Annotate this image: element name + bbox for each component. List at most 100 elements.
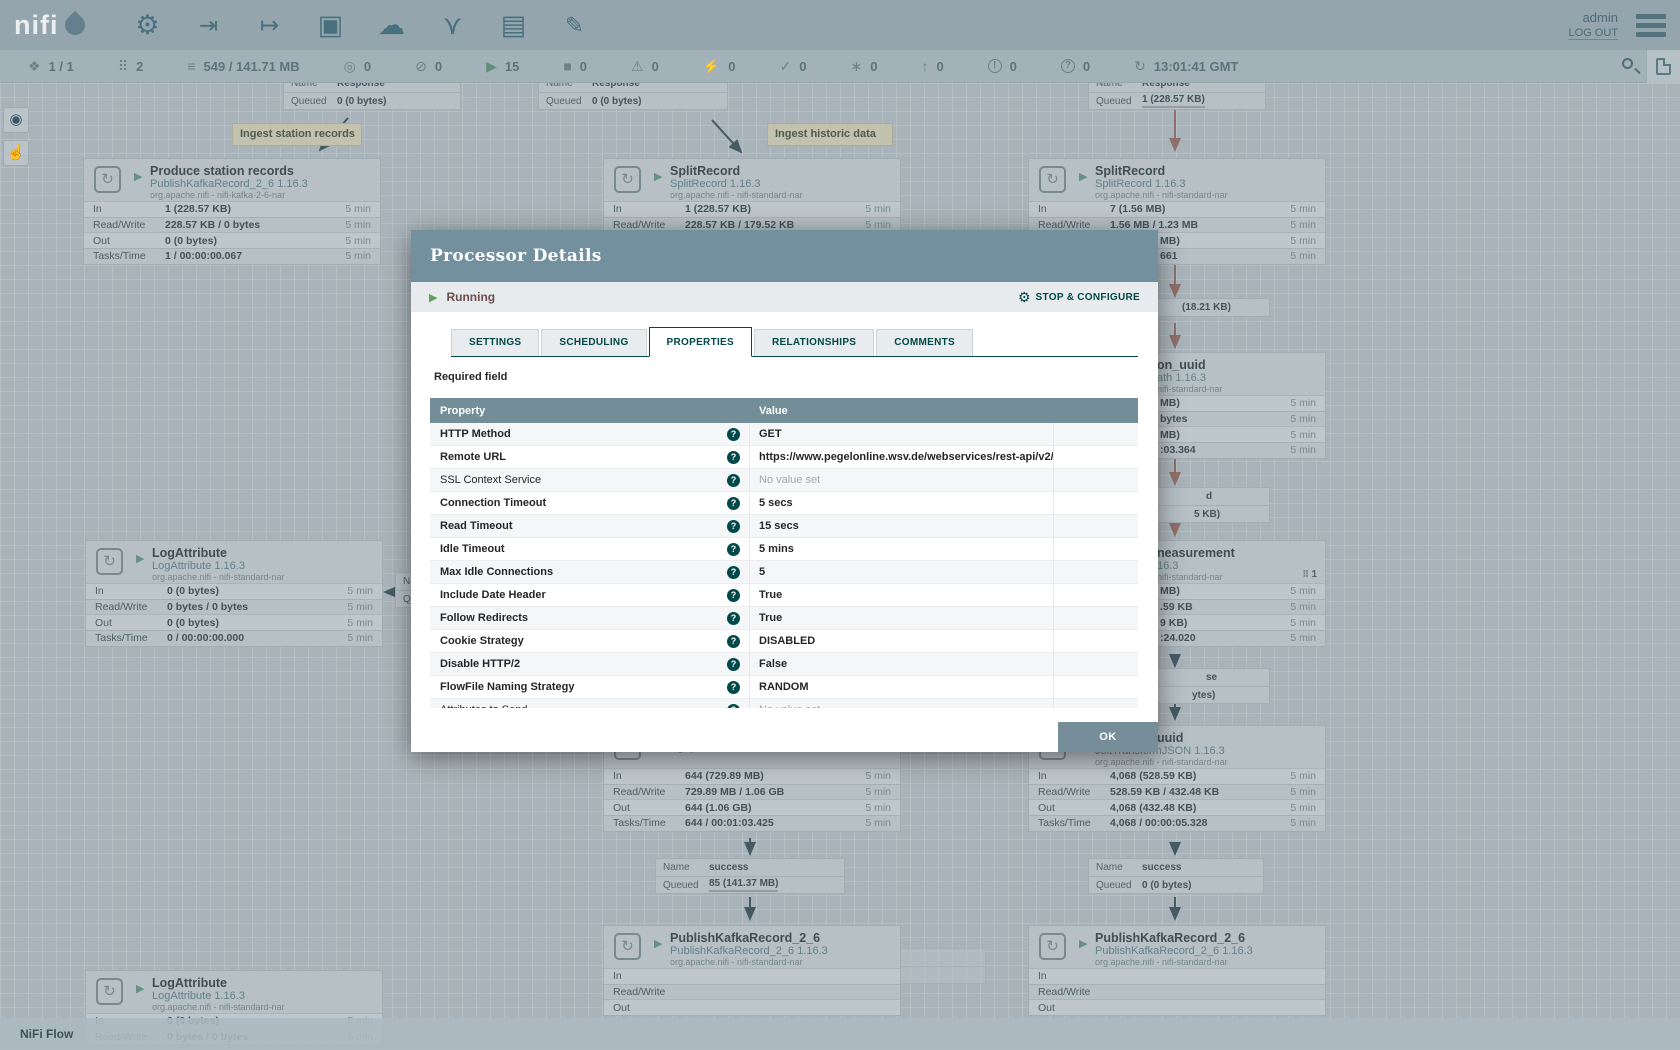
processor-name: PublishKafkaRecord_2_6 <box>1095 926 1325 945</box>
processor-name: SplitRecord <box>1095 159 1325 178</box>
tab-comments[interactable]: COMMENTS <box>876 329 973 356</box>
logout-link[interactable]: LOG OUT <box>1568 27 1618 40</box>
status-bar: 1 / 1 2 549 / 141.71 MB 0 0 15 0 0 0 0 0… <box>0 50 1680 83</box>
table-row: Cookie Strategy DISABLED <box>430 630 1138 653</box>
flow-label-ingest-historic-data[interactable]: Ingest historic data <box>767 123 893 146</box>
nifi-logo: nifi <box>14 10 85 41</box>
label-icon[interactable]: ✎ <box>558 8 592 42</box>
ok-button[interactable]: OK <box>1058 722 1158 752</box>
processor-logattribute-middle[interactable]: LogAttribute LogAttribute 1.16.3 org.apa… <box>85 540 383 647</box>
tab-properties[interactable]: PROPERTIES <box>649 327 752 357</box>
processor-type: SplitRecord 1.16.3 <box>670 178 900 190</box>
help-icon[interactable] <box>727 474 740 487</box>
template-icon[interactable]: ▤ <box>497 8 531 42</box>
tab-relationships[interactable]: RELATIONSHIPS <box>754 329 874 356</box>
connection-label-success-center[interactable]: Namesuccess Queued85 (141.37 MB) <box>655 858 845 894</box>
not-transmitting-status: 0 <box>415 58 442 75</box>
table-row: Disable HTTP/2 False <box>430 653 1138 676</box>
app-header: nifi ⚙ ⇥ ↦ ▣ ☁ ⋎ ▤ ✎ admin LOG OUT <box>0 0 1680 50</box>
tab-scheduling[interactable]: SCHEDULING <box>541 329 646 356</box>
processor-icon <box>1039 166 1066 193</box>
column-property: Property <box>430 405 750 417</box>
running-icon <box>486 58 497 75</box>
refresh-icon[interactable] <box>1134 58 1146 75</box>
running-icon <box>136 552 144 565</box>
help-icon[interactable] <box>727 566 740 579</box>
sync-failure-status: 0 <box>1061 59 1090 74</box>
active-threads-status: 2 <box>118 58 144 75</box>
running-status: 15 <box>486 58 519 75</box>
help-icon[interactable] <box>727 497 740 510</box>
processor-publishkafka-center[interactable]: PublishKafkaRecord_2_6 PublishKafkaRecor… <box>603 925 901 1016</box>
processor-produce-station-records[interactable]: Produce station records PublishKafkaReco… <box>83 158 381 265</box>
help-icon[interactable] <box>727 428 740 441</box>
input-port-icon[interactable]: ⇥ <box>192 8 226 42</box>
help-icon[interactable] <box>727 589 740 602</box>
help-icon[interactable] <box>727 681 740 694</box>
processor-bundle: org.apache.nifi - nifi-kafka-2-6-nar <box>150 190 380 200</box>
output-port-icon[interactable]: ↦ <box>253 8 287 42</box>
cluster-status: 1 / 1 <box>28 58 74 75</box>
up-to-date-icon <box>780 58 792 75</box>
hand-pointer-button[interactable]: ☝ <box>3 140 29 166</box>
cluster-icon <box>28 58 41 75</box>
help-icon[interactable] <box>727 520 740 533</box>
table-row: Idle Timeout 5 mins <box>430 538 1138 561</box>
processor-name: LogAttribute <box>152 541 382 560</box>
transmitting-icon <box>344 58 356 75</box>
search-button[interactable] <box>1616 50 1646 83</box>
processor-type: PublishKafkaRecord_2_6 1.16.3 <box>670 945 900 957</box>
breadcrumb[interactable]: NiFi Flow <box>20 1027 73 1041</box>
dialog-header: Processor Details <box>411 230 1158 282</box>
birdseye-button[interactable] <box>1646 50 1680 83</box>
processor-publishkafka-right[interactable]: PublishKafkaRecord_2_6 PublishKafkaRecor… <box>1028 925 1326 1016</box>
processor-icon <box>96 978 123 1005</box>
record-widget-button[interactable]: ◉ <box>3 107 29 133</box>
global-menu-icon[interactable] <box>1636 14 1666 37</box>
help-icon[interactable] <box>727 451 740 464</box>
disabled-status: 0 <box>703 58 736 75</box>
table-row: Remote URL https://www.pegelonline.wsv.d… <box>430 446 1138 469</box>
component-toolbar: ⚙ ⇥ ↦ ▣ ☁ ⋎ ▤ ✎ <box>131 8 592 42</box>
help-icon[interactable] <box>727 658 740 671</box>
flow-label-ingest-station-records[interactable]: Ingest station records <box>232 123 362 146</box>
process-group-icon[interactable]: ▣ <box>314 8 348 42</box>
queued-data-status: 549 / 141.71 MB <box>187 58 299 74</box>
stopped-icon <box>563 58 571 74</box>
table-row: FlowFile Naming Strategy RANDOM <box>430 676 1138 699</box>
processor-icon[interactable]: ⚙ <box>131 8 165 42</box>
dialog-title: Processor Details <box>430 246 602 266</box>
locally-modified-status: 0 <box>850 58 877 75</box>
running-icon <box>429 291 437 304</box>
stale-status: 0 <box>921 58 943 74</box>
help-icon[interactable] <box>727 704 740 709</box>
processor-type: LogAttribute 1.16.3 <box>152 990 382 1002</box>
nifi-drop-icon <box>60 11 88 39</box>
stop-and-configure-button[interactable]: STOP & CONFIGURE <box>1018 289 1140 306</box>
locally-modified-icon <box>850 58 862 75</box>
processor-details-dialog: Processor Details Running STOP & CONFIGU… <box>411 230 1158 752</box>
processor-icon <box>614 933 641 960</box>
processor-bundle: org.apache.nifi - nifi-standard-nar <box>152 1002 382 1012</box>
thread-count-badge: 1 <box>1302 569 1317 580</box>
processor-bundle: org.apache.nifi - nifi-standard-nar <box>152 572 382 582</box>
help-icon[interactable] <box>727 612 740 625</box>
processor-icon <box>1039 933 1066 960</box>
not-transmitting-icon <box>415 58 427 75</box>
nifi-logo-text: nifi <box>14 10 59 41</box>
funnel-icon[interactable]: ⋎ <box>436 8 470 42</box>
connection-label-success-right[interactable]: Namesuccess Queued0 (0 bytes) <box>1088 858 1264 894</box>
help-icon[interactable] <box>727 543 740 556</box>
page-icon <box>1656 58 1671 75</box>
last-refresh-time: 13:01:41 GMT <box>1154 59 1239 74</box>
help-icon[interactable] <box>727 635 740 648</box>
table-row: Include Date Header True <box>430 584 1138 607</box>
current-user: admin <box>1583 10 1618 25</box>
breadcrumb-bar: NiFi Flow <box>0 1018 1680 1050</box>
gear-icon <box>1018 289 1031 306</box>
processor-name: SplitRecord <box>670 159 900 178</box>
tab-settings[interactable]: SETTINGS <box>451 329 539 356</box>
running-icon <box>134 170 142 183</box>
remote-process-group-icon[interactable]: ☁ <box>375 8 409 42</box>
refresh-status[interactable]: 13:01:41 GMT <box>1134 58 1238 75</box>
